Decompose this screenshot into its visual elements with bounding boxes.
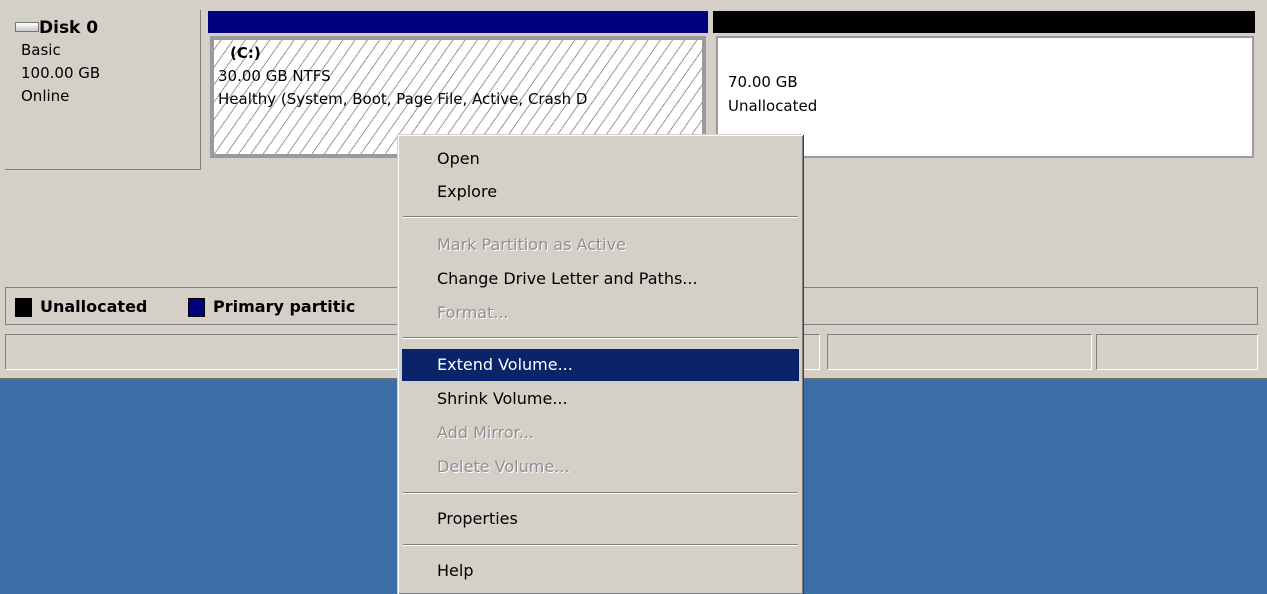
menu-item-open[interactable]: Open: [402, 143, 799, 175]
menu-item-help[interactable]: Help: [402, 555, 799, 587]
legend-label-primary: Primary partitic: [213, 297, 356, 316]
status-pane-2: [827, 334, 1092, 370]
menu-item-mark-partition-active[interactable]: Mark Partition as Active: [402, 229, 799, 261]
disk-header[interactable]: Disk 0 Basic 100.00 GB Online: [5, 10, 201, 170]
menu-item-change-drive-letter[interactable]: Change Drive Letter and Paths...: [402, 263, 799, 295]
menu-separator: [403, 492, 798, 494]
disk-size: 100.00 GB: [21, 64, 101, 82]
menu-separator: [403, 544, 798, 546]
disk-name: Disk 0: [39, 18, 99, 38]
volume-c-label: (C:): [230, 44, 261, 62]
legend-label-unallocated: Unallocated: [40, 297, 148, 316]
primary-partition-bar: [208, 11, 708, 33]
menu-item-explore[interactable]: Explore: [402, 176, 799, 208]
unallocated-status: Unallocated: [728, 97, 818, 115]
hard-disk-icon: [15, 22, 39, 32]
volume-c-status: Healthy (System, Boot, Page File, Active…: [218, 90, 588, 108]
menu-item-extend-volume[interactable]: Extend Volume...: [402, 349, 799, 381]
menu-item-shrink-volume[interactable]: Shrink Volume...: [402, 383, 799, 415]
disk-status: Online: [21, 87, 70, 105]
disk-type: Basic: [21, 41, 61, 59]
menu-separator: [403, 337, 798, 339]
unallocated-bar: [713, 11, 1255, 33]
status-pane-3: [1096, 334, 1258, 370]
context-menu: Open Explore Mark Partition as Active Ch…: [397, 134, 803, 594]
menu-item-add-mirror[interactable]: Add Mirror...: [402, 417, 799, 449]
menu-item-delete-volume[interactable]: Delete Volume...: [402, 451, 799, 483]
legend-swatch-primary: [188, 298, 205, 317]
menu-item-format[interactable]: Format...: [402, 297, 799, 329]
menu-item-properties[interactable]: Properties: [402, 503, 799, 535]
legend-swatch-unallocated: [15, 298, 32, 317]
menu-separator: [403, 216, 798, 218]
unallocated-size: 70.00 GB: [728, 73, 798, 91]
volume-c-size: 30.00 GB NTFS: [218, 67, 331, 85]
